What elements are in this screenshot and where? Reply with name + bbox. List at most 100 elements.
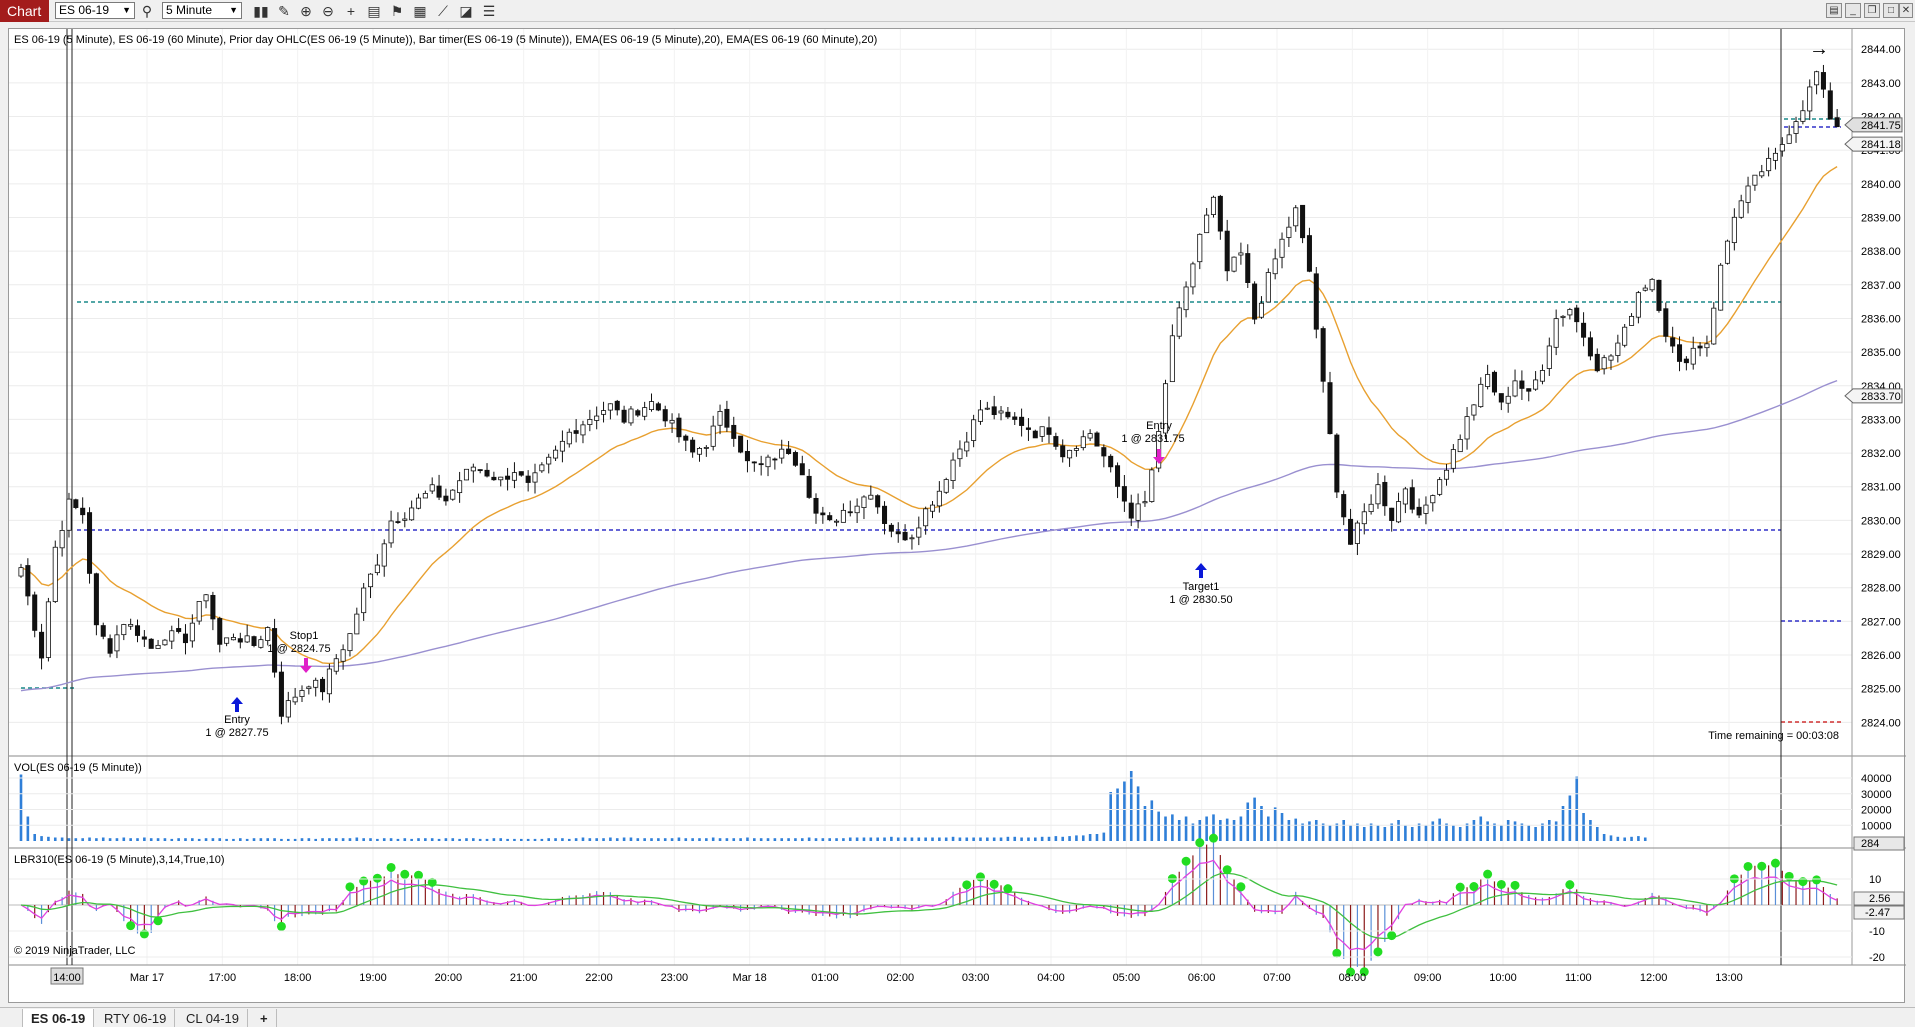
lbr-tick-label: -10	[1869, 926, 1885, 938]
candle-body	[1169, 335, 1175, 383]
interval-selector[interactable]: 5 Minute ▼	[162, 2, 242, 19]
tab-es-06-19[interactable]: ES 06-19	[22, 1009, 95, 1027]
candle-body	[710, 425, 716, 447]
price-tick-label: 2830.00	[1861, 515, 1901, 527]
properties-icon[interactable]: ▤	[365, 2, 383, 20]
volume-bar	[787, 838, 790, 841]
chart-area[interactable]: Entry 1 @ 2827.75 Stop1 1 @ 2824.75 Entr…	[8, 28, 1906, 1004]
candle-body	[1019, 416, 1025, 426]
volume-bar	[1088, 834, 1092, 841]
candle-body	[1183, 286, 1189, 311]
candle-body	[1546, 345, 1552, 369]
volume-bar	[828, 838, 831, 841]
candle-body	[299, 690, 305, 697]
volume-bar	[1548, 820, 1551, 841]
tab-rty-06-19[interactable]: RTY 06-19	[96, 1009, 176, 1027]
volume-bar	[1267, 816, 1270, 841]
zoom-out-icon[interactable]: ⊖	[319, 2, 337, 20]
lbr-signal-dot	[1798, 877, 1808, 887]
volume-bar	[753, 838, 756, 841]
candle-body	[1827, 90, 1833, 120]
chart-canvas[interactable]: Entry 1 @ 2827.75 Stop1 1 @ 2824.75 Entr…	[9, 29, 1906, 1004]
volume-bar	[588, 838, 592, 841]
candle-body	[498, 476, 504, 481]
candle-body	[1025, 427, 1031, 430]
volume-bar	[1568, 795, 1572, 841]
candle-body	[436, 485, 442, 498]
volume-bar	[1500, 825, 1503, 841]
scroll-to-end-icon[interactable]: →	[1809, 38, 1829, 60]
drawing-tool-icon[interactable]: ⟋	[434, 2, 452, 20]
volume-bar	[1314, 820, 1318, 841]
candle-body	[429, 484, 435, 492]
candle-body	[758, 463, 764, 466]
candle-body	[388, 520, 394, 544]
maximize-icon[interactable]: □	[1883, 3, 1899, 18]
minimize-icon[interactable]: _	[1845, 3, 1861, 18]
pencil-icon[interactable]: ✎	[275, 2, 293, 20]
candle-body	[1409, 487, 1415, 510]
volume-bar	[389, 838, 393, 841]
bars-icon[interactable]: ▮▮	[252, 2, 270, 20]
candle-body	[559, 440, 565, 452]
templates-icon[interactable]: ◪	[457, 2, 475, 20]
time-tick-label: 09:00	[1414, 972, 1442, 984]
volume-bar	[211, 838, 215, 841]
search-icon[interactable]: ⚲	[138, 2, 156, 20]
candle-body	[224, 637, 230, 644]
price-tick-label: 2836.00	[1861, 313, 1901, 325]
candle-body	[409, 507, 415, 521]
time-axis[interactable]: 14:00 Mar 17 17:00 18:00 19:00 20:00 21:00 22:0…	[50, 967, 1743, 985]
candle-body	[984, 407, 990, 410]
candle-body	[1553, 318, 1559, 348]
instrument-selector[interactable]: ES 06-19 ▼	[55, 2, 135, 19]
list-icon[interactable]: ▤	[1826, 3, 1842, 18]
crosshair-icon[interactable]: +	[342, 2, 360, 20]
volume-bar	[60, 837, 64, 841]
volume-bar	[1260, 806, 1263, 841]
more-icon[interactable]: ☰	[480, 2, 498, 20]
entry-marker-1[interactable]: Entry 1 @ 2827.75	[205, 697, 269, 739]
lbr-axis[interactable]: 10 -10 -20	[9, 874, 1885, 964]
close-icon[interactable]: ✕	[1899, 3, 1913, 18]
volume-bar	[835, 838, 838, 841]
candle-body	[847, 511, 853, 514]
candle-body	[971, 419, 977, 441]
volume-bar	[759, 838, 763, 841]
zoom-in-icon[interactable]: ⊕	[297, 2, 315, 20]
price-tick-label: 2832.00	[1861, 448, 1901, 460]
volume-bar	[1301, 823, 1304, 841]
chart-menu-button[interactable]: Chart	[0, 0, 49, 22]
candle-body	[1265, 272, 1271, 303]
candle-body	[977, 409, 983, 422]
lbr-signal-dot	[386, 862, 396, 872]
candle-body	[820, 512, 826, 516]
tab-cl-04-19[interactable]: CL 04-19	[178, 1009, 248, 1027]
volume-bar	[602, 838, 605, 841]
strategy-icon[interactable]: ⚑	[388, 2, 406, 20]
entry-marker-2[interactable]: Entry 1 @ 2831.75	[1121, 420, 1185, 464]
add-tab-button[interactable]: +	[252, 1009, 277, 1027]
candle-body	[957, 448, 963, 460]
candle-body	[1697, 345, 1703, 349]
candle-body	[1539, 370, 1545, 382]
price-badge: 2841.75	[1844, 117, 1903, 133]
entry-detail: 1 @ 2827.75	[205, 727, 268, 739]
volume-bar	[609, 837, 612, 841]
target-marker-1[interactable]: Target1 1 @ 2830.50	[1169, 563, 1233, 606]
volume-badge: 284	[1853, 836, 1905, 851]
volume-axis[interactable]: 40000 30000 20000 10000	[9, 773, 1892, 832]
candle-body	[786, 448, 792, 455]
price-tick-label: 2840.00	[1861, 179, 1901, 191]
candle-body	[73, 499, 79, 508]
time-tick-label: 13:00	[1715, 972, 1743, 984]
indicators-icon[interactable]: ▦	[411, 2, 429, 20]
volume-bar	[561, 838, 564, 841]
candle-body	[614, 400, 620, 411]
price-badge-label: 2833.70	[1861, 391, 1901, 403]
volume-bar	[567, 838, 571, 841]
volume-bar	[348, 838, 352, 841]
lbr-signal-dot	[1195, 838, 1205, 848]
restore-icon[interactable]: ❐	[1864, 3, 1880, 18]
volume-bar	[533, 838, 537, 841]
